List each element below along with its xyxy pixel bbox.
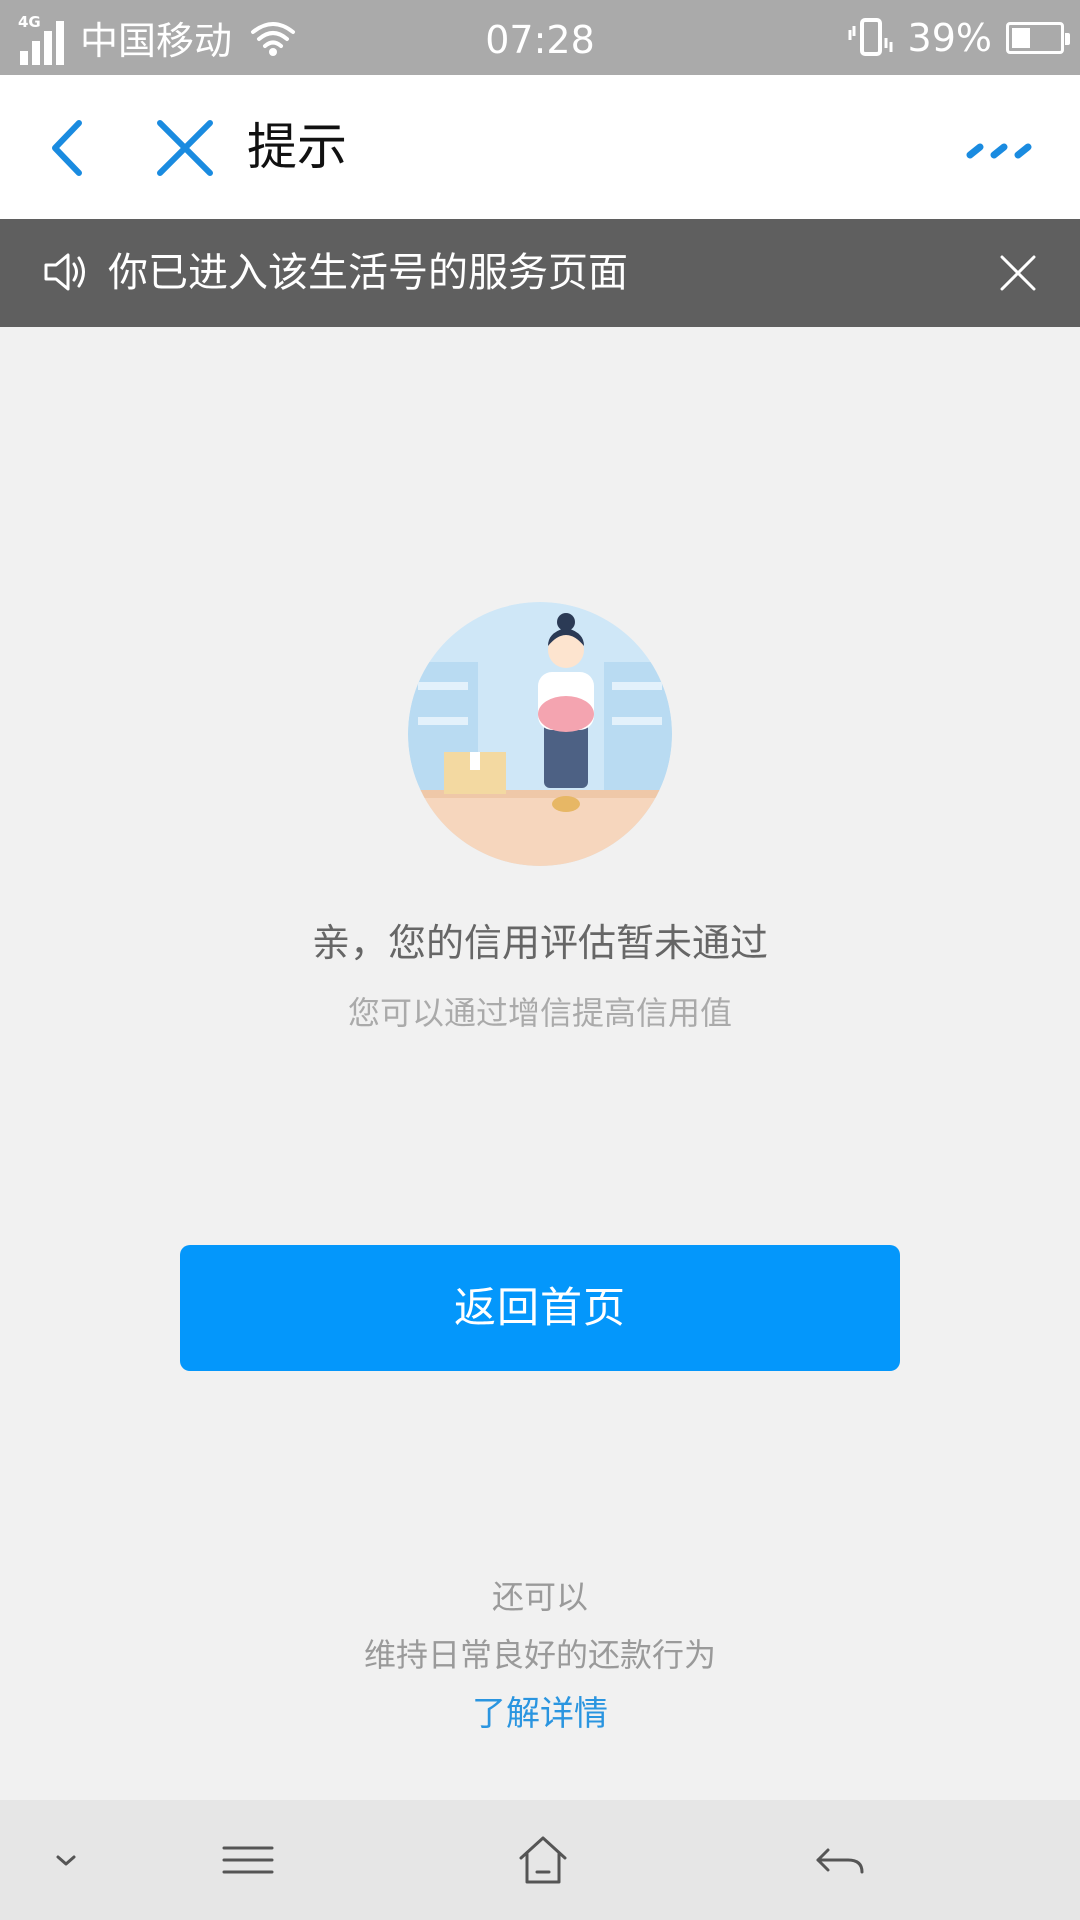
menu-icon[interactable] [220,1832,276,1888]
home-icon[interactable] [515,1832,571,1888]
more-icon[interactable] [962,125,1042,175]
status-right: 39% [848,0,1070,75]
credit-illustration [408,602,672,866]
bottom-bar [0,1800,1080,1920]
battery-fill [1012,27,1030,48]
back-home-button[interactable]: 返回首页 [180,1245,900,1371]
vibrate-icon [848,17,893,56]
result-subtitle: 您可以通过增信提高信用值 [347,994,732,1032]
also-label: 还可以 [491,1578,588,1616]
notice-close-icon[interactable] [994,249,1042,297]
battery-percent: 39% [907,15,992,60]
close-icon[interactable] [150,113,220,183]
notice-bar: 你已进入该生活号的服务页面 [0,219,1080,327]
nav-bar: 提示 [0,75,1080,219]
suggestion-text: 维持日常良好的还款行为 [363,1636,716,1674]
chevron-down-icon[interactable] [38,1832,94,1888]
return-icon[interactable] [812,1832,868,1888]
learn-more-link[interactable]: 了解详情 [0,1686,1080,1735]
speaker-icon [44,253,85,291]
status-bar: 4G 中国移动 07:28 39% [0,0,1080,75]
battery-icon [1006,21,1070,54]
notice-text: 你已进入该生活号的服务页面 [108,250,628,296]
result-title: 亲，您的信用评估暂未通过 [311,921,768,965]
chevron-left-icon[interactable] [35,113,105,183]
page-title: 提示 [247,118,347,176]
